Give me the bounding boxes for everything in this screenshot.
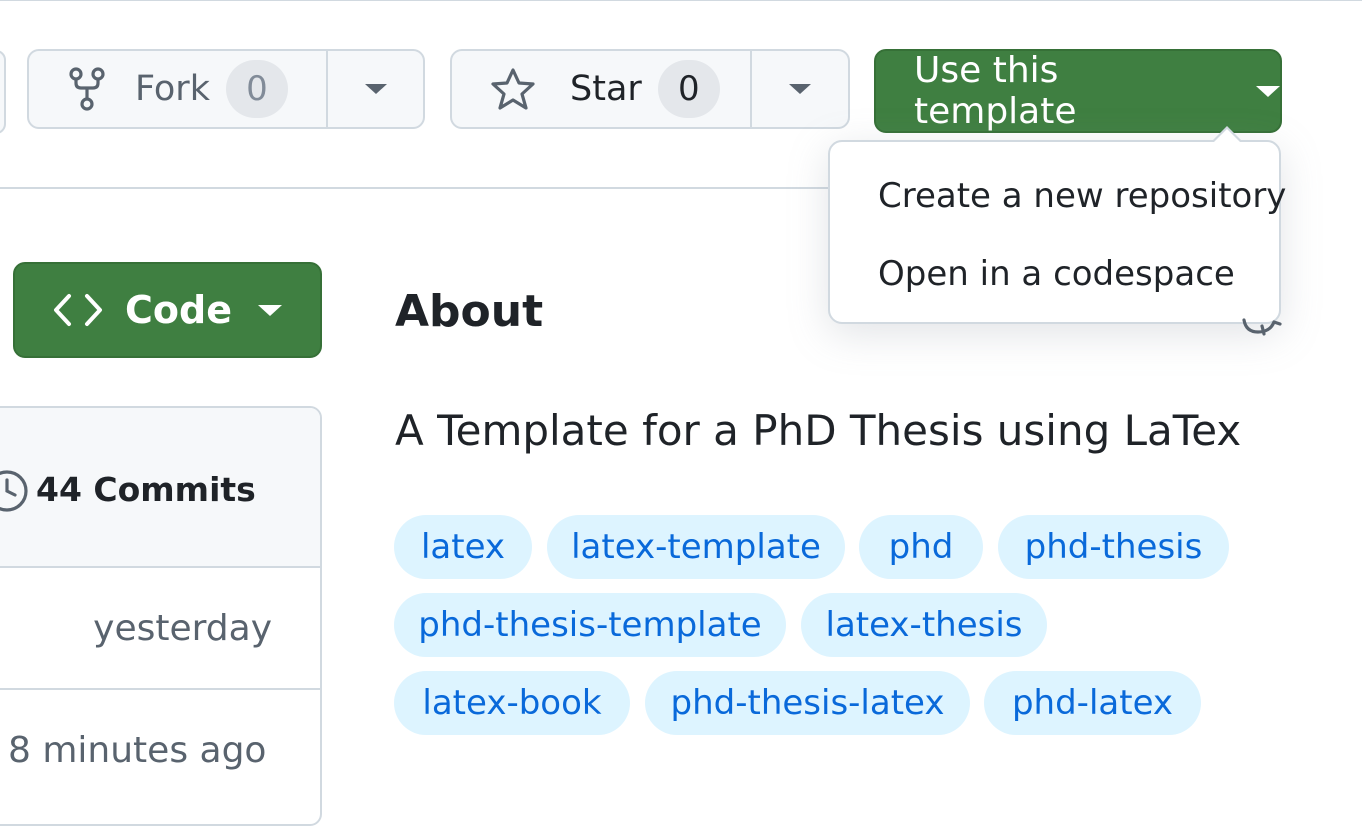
code-icon [53,292,103,328]
menu-item-open-in-codespace[interactable]: Open in a codespace [878,254,1235,294]
menu-item-create-new-repository[interactable]: Create a new repository [878,176,1286,216]
code-label: Code [125,288,232,332]
topic-tag[interactable]: latex-thesis [801,593,1047,657]
commit-time: yesterday [93,608,272,649]
repo-forked-icon [69,67,105,111]
fork-dropdown-button[interactable] [326,51,423,127]
file-row: yesterday [0,568,320,690]
topic-tag[interactable]: latex-book [394,671,630,735]
star-button-group: Star 0 [450,49,850,129]
topic-tag[interactable]: phd-thesis-latex [645,671,970,735]
topic-tag[interactable]: latex-template [547,515,845,579]
triangle-down-icon [789,84,811,94]
star-button[interactable]: Star 0 [452,51,750,127]
star-counter: 0 [657,60,720,118]
about-description: A Template for a PhD Thesis using LaTex [395,406,1242,455]
gear-icon[interactable] [1240,306,1284,336]
template-dropdown-menu: Create a new repository Open in a codesp… [828,126,1286,324]
topic-tag[interactable]: phd-thesis-template [394,593,786,657]
star-icon [490,67,536,111]
triangle-down-icon [257,304,282,316]
fork-counter: 0 [225,60,288,118]
topic-tag[interactable]: phd [859,515,983,579]
commits-link[interactable]: 44 Commits [36,470,256,509]
use-this-template-label: Use this template [914,50,1077,132]
history-icon [0,468,30,514]
file-list-panel: 44 Commits yesterday 8 minutes ago [0,406,322,826]
file-list-header: 44 Commits [0,408,320,568]
triangle-down-icon [364,84,387,94]
use-this-template-button[interactable]: Use this template [874,49,1282,133]
star-label: Star [570,69,642,109]
watch-button-partial[interactable] [0,50,6,134]
topic-tag[interactable]: phd-latex [984,671,1201,735]
star-dropdown-button[interactable] [750,51,848,127]
topic-tag[interactable]: phd-thesis [998,515,1229,579]
fork-button-group: Fork 0 [27,49,425,129]
fork-button[interactable]: Fork 0 [29,51,326,127]
code-button[interactable]: Code [13,262,322,358]
about-heading: About [395,286,544,337]
fork-label: Fork [135,69,210,109]
triangle-down-icon [1256,85,1280,97]
topic-tag[interactable]: latex [394,515,532,579]
top-border [0,0,1362,1]
commit-time: 8 minutes ago [8,730,267,771]
